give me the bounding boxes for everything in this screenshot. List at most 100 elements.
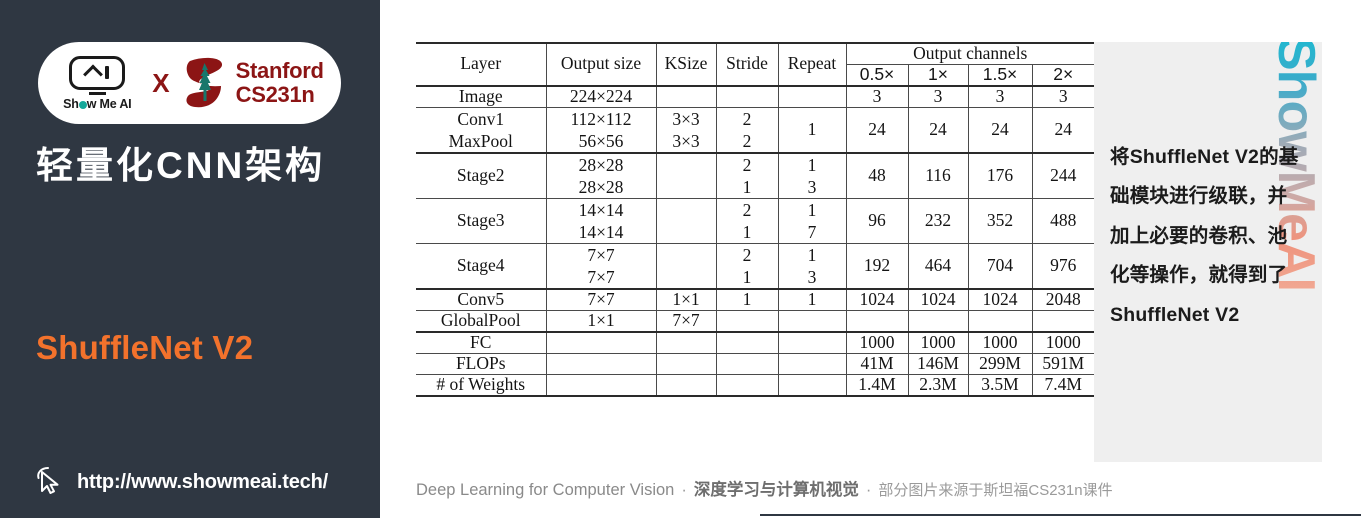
cell-repeat: 1 3 <box>777 243 847 290</box>
cell-ksize-line1: 3×3 <box>672 108 700 129</box>
showmeai-neck-shape <box>88 91 106 95</box>
cell-repeat-line2: 3 <box>807 267 817 288</box>
cell-ch-0-5x: 96 <box>845 197 909 244</box>
cell-ch-1x: 146M <box>907 353 969 375</box>
cell-repeat <box>777 84 847 108</box>
architecture-table: Layer Output size KSize Stride Repeat Ou… <box>416 41 1095 397</box>
cell-ksize: 3×3 3×3 <box>655 106 717 153</box>
cell-output-size-line2: 56×56 <box>578 130 624 151</box>
cell-ksize: 7×7 <box>655 310 717 333</box>
cell-repeat <box>777 353 847 375</box>
cell-output-size: 7×7 7×7 <box>545 243 657 290</box>
cell-repeat: 1 7 <box>777 197 847 244</box>
cell-ch-2x: 591M <box>1031 353 1095 375</box>
footer-chinese-title: 深度学习与计算机视觉 <box>693 481 859 499</box>
cell-stride: 1 <box>715 288 779 311</box>
cell-ksize <box>655 84 717 108</box>
cell-layer: Image <box>416 84 547 108</box>
th-repeat: Repeat <box>777 42 847 86</box>
showmeai-logo-text-part1: Sh <box>63 96 79 111</box>
stanford-tree-logo-icon <box>183 55 227 111</box>
cell-ch-1-5x: 24 <box>967 106 1033 153</box>
cell-layer: Stage4 <box>416 243 547 290</box>
th-channel-1x: 1× <box>907 63 969 86</box>
showmeai-robot-icon <box>69 55 126 90</box>
cell-ch-1-5x: 299M <box>967 353 1033 375</box>
cell-ch-2x <box>1031 310 1095 333</box>
cell-repeat: 1 3 <box>777 151 847 199</box>
cell-ch-2x: 976 <box>1031 243 1095 290</box>
cell-ch-2x: 24 <box>1031 106 1095 153</box>
cell-repeat-line1: 1 <box>807 245 817 266</box>
cell-ch-1x: 1024 <box>907 288 969 311</box>
cell-ch-1x <box>907 310 969 333</box>
cursor-pointer-icon <box>35 465 65 500</box>
cell-layer: GlobalPool <box>416 310 547 333</box>
cell-layer: FC <box>416 331 547 354</box>
stanford-course-label: Stanford CS231n <box>236 59 324 107</box>
cell-ch-0-5x: 1024 <box>845 288 909 311</box>
cell-ch-1-5x: 3 <box>967 84 1033 108</box>
cell-ch-1-5x: 176 <box>967 151 1033 199</box>
stanford-label-line2: CS231n <box>235 82 315 107</box>
cell-stride <box>715 353 779 375</box>
cell-output-size-line1: 14×14 <box>578 200 624 220</box>
cell-ksize <box>655 331 717 354</box>
table-row: Image 224×224 3 3 3 3 <box>416 84 1095 108</box>
cell-repeat: 1 <box>777 288 847 311</box>
table-row: FC 1000 1000 1000 1000 <box>416 331 1095 354</box>
note-panel-text: 将ShuffleNet V2的基础模块进行级联，并加上必要的卷积、池化等操作，就… <box>1110 146 1299 326</box>
cell-stride-line1: 2 <box>742 154 752 175</box>
cell-stride-line1: 2 <box>742 245 752 266</box>
topic-title: ShuffleNet V2 <box>36 329 254 366</box>
cell-stride: 2 1 <box>715 197 779 244</box>
bottom-divider <box>760 514 1361 516</box>
footer-separator-1: · <box>681 481 687 499</box>
cell-ch-1-5x: 704 <box>967 243 1033 290</box>
cell-ch-1x: 464 <box>907 243 969 290</box>
cell-layer-line2: MaxPool <box>448 130 513 151</box>
main-content-area: Layer Output size KSize Stride Repeat Ou… <box>380 0 1361 518</box>
th-layer: Layer <box>416 42 547 86</box>
left-sidebar-panel: Sh w Me AI X Stanford CS231n 轻量化CNN架构 Shu… <box>0 0 380 518</box>
cell-ch-2x: 3 <box>1031 84 1095 108</box>
cell-ch-2x: 244 <box>1031 151 1095 199</box>
cell-ch-1x: 2.3M <box>907 373 969 397</box>
table-header-group-row: Layer Output size KSize Stride Repeat Ou… <box>416 41 1095 86</box>
cell-ch-0-5x <box>845 310 909 333</box>
cell-ksize <box>655 373 717 397</box>
showmeai-logo: Sh w Me AI <box>55 55 139 111</box>
site-url-text[interactable]: http://www.showmeai.tech/ <box>77 471 328 494</box>
table-row: Conv5 7×7 1×1 1 1 1024 1024 1024 2048 <box>416 288 1095 311</box>
cell-ch-1-5x <box>967 310 1033 333</box>
cell-stride <box>715 84 779 108</box>
slide-root: Sh w Me AI X Stanford CS231n 轻量化CNN架构 Shu… <box>0 0 1361 518</box>
cell-output-size: 28×28 28×28 <box>545 151 657 199</box>
cell-repeat-line1: 1 <box>807 200 817 220</box>
table-row: Stage2 28×28 28×28 2 1 1 3 48 116 176 24… <box>416 151 1095 199</box>
cell-ch-0-5x: 48 <box>845 151 909 199</box>
cell-ch-1-5x: 3.5M <box>967 373 1033 397</box>
cell-output-size-line1: 112×112 <box>570 108 632 129</box>
showmeai-logo-text-part2: w Me AI <box>86 96 132 111</box>
cell-stride-line1: 2 <box>742 108 752 129</box>
cell-stride-line2: 1 <box>742 176 752 197</box>
cell-ch-2x: 2048 <box>1031 288 1095 311</box>
cell-ch-1x: 232 <box>907 197 969 244</box>
table-row: Conv1 MaxPool 112×112 56×56 3×3 3×3 2 2 … <box>416 106 1095 153</box>
cell-repeat-line2: 3 <box>807 176 817 197</box>
cell-stride <box>715 331 779 354</box>
site-url-row[interactable]: http://www.showmeai.tech/ <box>35 465 328 500</box>
cell-layer: # of Weights <box>416 373 547 397</box>
th-channel-0-5x: 0.5× <box>845 63 909 86</box>
cell-output-size: 7×7 <box>545 288 657 311</box>
cell-stride <box>715 373 779 397</box>
cell-layer: Stage3 <box>416 197 547 244</box>
stanford-label-line1: Stanford <box>235 58 324 84</box>
cell-ksize: 1×1 <box>655 288 717 311</box>
th-output-size: Output size <box>545 42 657 86</box>
cell-stride: 2 1 <box>715 243 779 290</box>
cell-output-size <box>545 373 657 397</box>
th-output-channels-group: Output channels <box>845 41 1095 65</box>
cell-output-size <box>545 331 657 354</box>
